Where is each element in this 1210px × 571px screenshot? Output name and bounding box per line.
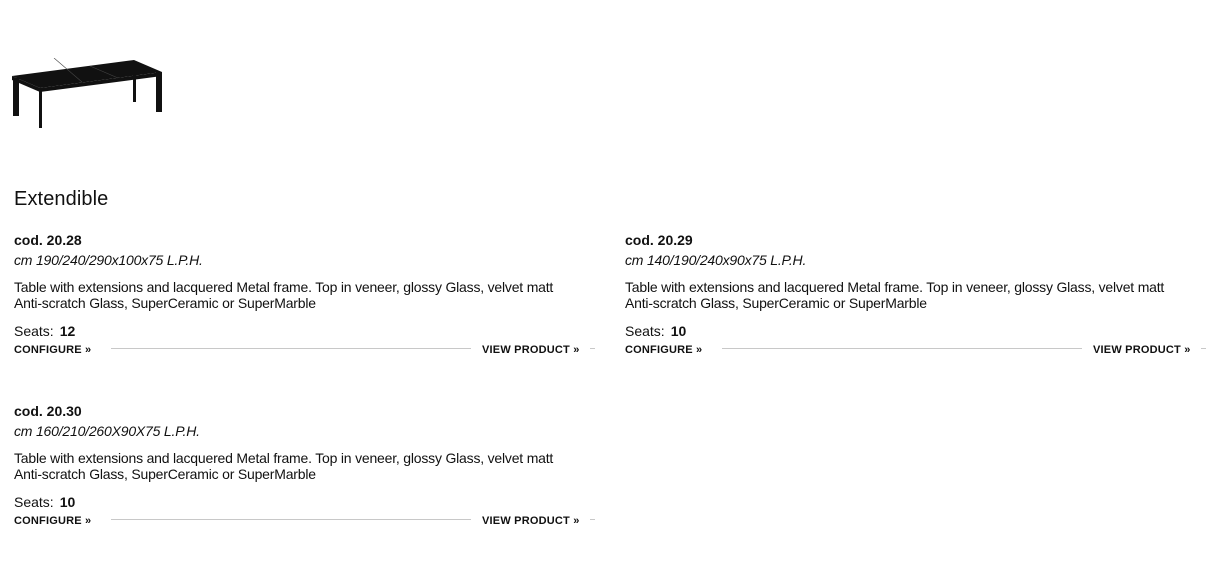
product-dimensions: cm 160/210/260X90X75 L.P.H. [14,423,200,439]
configure-link[interactable]: CONFIGURE » [14,342,91,358]
configure-link[interactable]: CONFIGURE » [625,342,702,358]
product-dimensions: cm 190/240/290x100x75 L.P.H. [14,252,203,268]
divider-line-end [590,519,595,520]
product-code: cod. 20.28 [14,232,82,248]
product-dimensions: cm 140/190/240x90x75 L.P.H. [625,252,807,268]
divider-line-end [590,348,595,349]
product-actions: CONFIGURE » VIEW PRODUCT » [14,513,596,529]
product-code: cod. 20.30 [14,403,82,419]
product-code: cod. 20.29 [625,232,693,248]
seats-value: 10 [670,323,687,339]
product-description: Table with extensions and lacquered Meta… [625,279,1165,311]
view-product-link[interactable]: VIEW PRODUCT » [482,342,580,358]
product-card: cod. 20.30 cm 160/210/260X90X75 L.P.H. T… [14,403,596,533]
seats-info: Seats: 10 [14,494,75,510]
seats-value: 12 [59,323,76,339]
seats-label: Seats: [625,323,665,339]
product-description: Table with extensions and lacquered Meta… [14,279,554,311]
configure-link[interactable]: CONFIGURE » [14,513,91,529]
divider-line [722,348,1082,349]
divider-line [111,348,471,349]
view-product-link[interactable]: VIEW PRODUCT » [482,513,580,529]
section-title: Extendible [14,188,109,210]
product-card: cod. 20.28 cm 190/240/290x100x75 L.P.H. … [14,232,596,362]
divider-line-end [1201,348,1206,349]
seats-label: Seats: [14,323,54,339]
seats-info: Seats: 10 [625,323,686,339]
seats-label: Seats: [14,494,54,510]
product-actions: CONFIGURE » VIEW PRODUCT » [14,342,596,358]
seats-value: 10 [59,494,76,510]
view-product-link[interactable]: VIEW PRODUCT » [1093,342,1191,358]
divider-line [111,519,471,520]
product-card: cod. 20.29 cm 140/190/240x90x75 L.P.H. T… [625,232,1207,362]
seats-info: Seats: 12 [14,323,75,339]
extendible-table-icon [12,57,164,130]
product-actions: CONFIGURE » VIEW PRODUCT » [625,342,1207,358]
product-description: Table with extensions and lacquered Meta… [14,450,554,482]
